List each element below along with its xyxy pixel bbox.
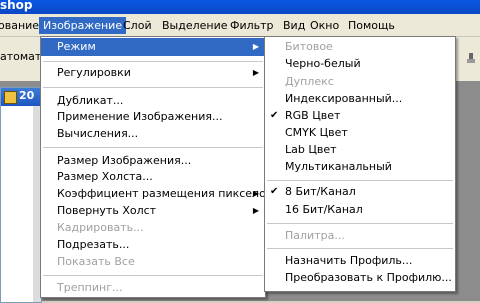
menu-item-label: Вычисления... — [57, 127, 139, 140]
document-icon — [4, 91, 17, 104]
menu-help[interactable]: Помощь — [344, 17, 399, 34]
checkmark-icon: ✔ — [270, 186, 279, 197]
menu-separator — [43, 275, 263, 276]
menu-edit[interactable]: ование — [0, 17, 43, 34]
menu-item-label: Черно-белый — [285, 57, 361, 70]
menu-item-label: CMYK Цвет — [285, 126, 348, 139]
menu-item-cmyk[interactable]: CMYK Цвет — [265, 124, 455, 142]
menu-item-grayscale[interactable]: Черно-белый — [265, 55, 455, 73]
menu-item-trim[interactable]: Подрезать... — [41, 236, 265, 254]
menu-item-pixel-aspect[interactable]: Коэффициент размещения пикселов ▶ — [41, 185, 272, 203]
menu-separator — [43, 147, 263, 148]
menu-item-label: Повернуть Холст — [57, 204, 157, 217]
menu-item-label: Битовое — [285, 40, 333, 53]
menu-item-label: Преобразовать к Профилю... — [285, 271, 452, 284]
checkmark-icon: ✔ — [270, 110, 279, 121]
menu-item-trap: Треппинг... — [41, 279, 265, 297]
menu-item-label: 16 Бит/Канал — [285, 203, 363, 216]
menu-select[interactable]: Выделение — [158, 17, 232, 34]
menu-item-adjustments[interactable]: Регулировки ▶ — [41, 64, 265, 82]
document-window[interactable]: 20 — [0, 87, 42, 303]
menu-item-label: Lab Цвет — [285, 143, 337, 156]
menu-item-lab[interactable]: Lab Цвет — [265, 141, 455, 159]
menu-item-label: Коэффициент размещения пикселов — [57, 187, 273, 200]
menu-item-assign-profile[interactable]: Назначить Профиль... — [265, 252, 455, 270]
submenu-arrow-icon: ▶ — [252, 189, 259, 198]
menu-item-rotate-canvas[interactable]: Повернуть Холст ▶ — [41, 202, 265, 220]
menu-item-label: Подрезать... — [57, 238, 130, 251]
submenu-arrow-icon: ▶ — [252, 42, 259, 51]
menu-window[interactable]: Окно — [306, 17, 343, 34]
menu-item-indexed[interactable]: Индексированный... — [265, 90, 455, 108]
menu-item-label: Палитра... — [285, 229, 345, 242]
menu-item-color-table: Палитра... — [265, 227, 455, 245]
menu-item-label: Размер Холста... — [57, 170, 153, 183]
menu-item-label: Треппинг... — [57, 281, 123, 294]
menu-item-bitmap: Битовое — [265, 38, 455, 56]
menu-view[interactable]: Вид — [279, 17, 309, 34]
document-titlebar[interactable]: 20 — [1, 88, 41, 106]
app-title: shop — [0, 0, 33, 12]
menu-item-mode[interactable]: Режим ▶ — [41, 38, 265, 56]
image-menu: Режим ▶ Регулировки ▶ Дубликат... Примен… — [40, 36, 272, 298]
menu-item-8-bit[interactable]: ✔ 8 Бит/Канал — [265, 183, 455, 201]
menu-item-multichannel[interactable]: Мультиканальный — [265, 158, 455, 176]
menu-item-label: Применение Изображения... — [57, 110, 223, 123]
menu-filter[interactable]: Фильтр — [226, 17, 278, 34]
menu-item-label: Назначить Профиль... — [285, 254, 413, 267]
menu-item-16-bit[interactable]: 16 Бит/Канал — [265, 201, 455, 219]
menu-image[interactable]: Изображение — [39, 17, 127, 34]
menu-separator — [267, 223, 453, 224]
menu-item-canvas-size[interactable]: Размер Холста... — [41, 168, 265, 186]
document-title: 20 — [19, 89, 35, 102]
menu-item-label: Мультиканальный — [285, 160, 392, 173]
mode-submenu: Битовое Черно-белый Дуплекс Индексирован… — [264, 36, 456, 292]
menu-item-label: Кадрировать... — [57, 221, 144, 234]
menu-item-convert-profile[interactable]: Преобразовать к Профилю... — [265, 269, 455, 287]
menu-item-crop: Кадрировать... — [41, 219, 265, 237]
menu-item-reveal-all: Показать Все — [41, 253, 265, 271]
menu-item-duotone: Дуплекс — [265, 73, 455, 91]
menu-item-apply-image[interactable]: Применение Изображения... — [41, 108, 265, 126]
menu-item-label: Индексированный... — [285, 92, 403, 105]
menu-item-calculations[interactable]: Вычисления... — [41, 125, 265, 143]
menu-separator — [43, 61, 263, 62]
menu-item-label: Режим — [57, 40, 96, 53]
menu-layer[interactable]: Слой — [119, 17, 156, 34]
menu-separator — [43, 87, 263, 88]
menu-item-label: Регулировки — [57, 66, 131, 79]
app-titlebar: shop — [0, 0, 480, 14]
submenu-arrow-icon: ▶ — [252, 206, 259, 215]
submenu-arrow-icon: ▶ — [252, 68, 259, 77]
menu-separator — [267, 248, 453, 249]
stamp-icon[interactable] — [466, 53, 476, 65]
menu-item-rgb[interactable]: ✔ RGB Цвет — [265, 107, 455, 125]
menu-item-label: RGB Цвет — [285, 109, 341, 122]
menu-bar: ование Изображение Слой Выделение Фильтр… — [0, 14, 480, 37]
menu-item-label: Дуплекс — [285, 75, 334, 88]
menu-item-label: 8 Бит/Канал — [285, 185, 356, 198]
menu-separator — [267, 180, 453, 181]
menu-item-label: Показать Все — [57, 255, 135, 268]
